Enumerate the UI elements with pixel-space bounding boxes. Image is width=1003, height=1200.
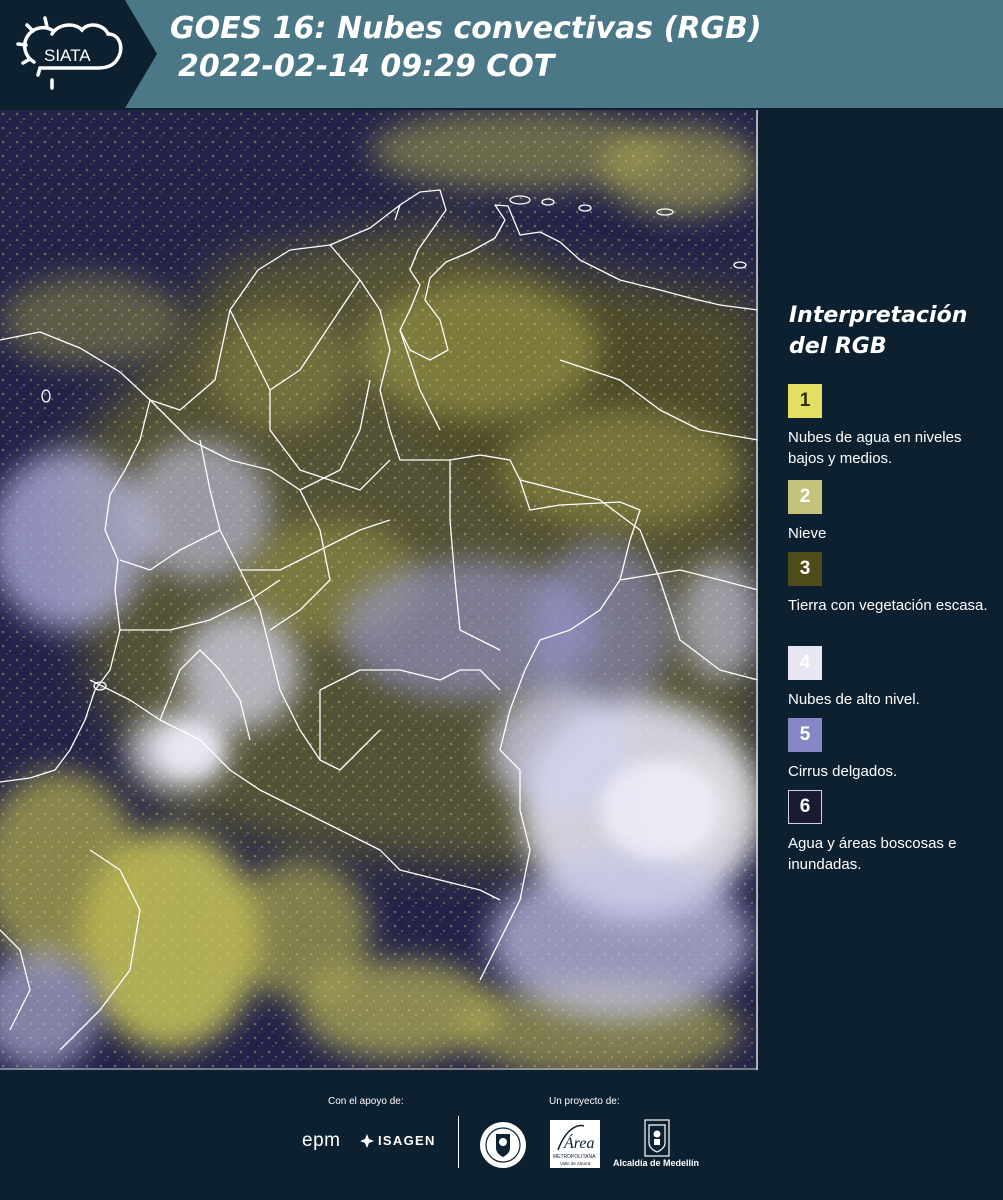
page-title: GOES 16: Nubes convectivas (RGB) 2022-02…: [170, 10, 762, 86]
legend-item: 6 Agua y áreas boscosas e inundadas.: [788, 790, 988, 875]
satellite-map[interactable]: [0, 110, 758, 1070]
legend-title-line-1: Interpretación: [789, 303, 968, 328]
title-line-2: 2022-02-14 09:29 COT: [178, 49, 555, 84]
isagen-logo[interactable]: ISAGEN: [360, 1133, 436, 1148]
legend-label: Agua y áreas boscosas e inundadas.: [788, 835, 957, 873]
svg-text:SIATA: SIATA: [44, 46, 91, 65]
alcaldia-label: Alcaldía de Medellín: [613, 1158, 700, 1168]
footer: Con el apoyo de: Un proyecto de: epm ISA…: [0, 1070, 1003, 1200]
legend-label: Cirrus delgados.: [788, 763, 898, 780]
legend-swatch: 5: [788, 718, 822, 752]
legend-title-line-2: del RGB: [789, 334, 887, 359]
siata-logo[interactable]: SIATA: [0, 0, 160, 108]
legend-label: Nubes de alto nivel.: [788, 691, 920, 708]
alcaldia-shield-icon[interactable]: [644, 1119, 670, 1157]
legend: Interpretación del RGB 1 Nubes de agua e…: [775, 300, 995, 873]
legend-swatch: 6: [788, 790, 822, 824]
legend-swatch: 1: [788, 384, 822, 418]
legend-swatch: 4: [788, 646, 822, 680]
svg-text:METROPOLITANA: METROPOLITANA: [553, 1154, 596, 1160]
legend-item: 3 Tierra con vegetación escasa.: [788, 552, 988, 616]
svg-text:Valle de Aburrá: Valle de Aburrá: [560, 1161, 591, 1166]
legend-item: 2 Nieve: [788, 480, 988, 544]
legend-title: Interpretación del RGB: [789, 300, 995, 362]
project-label: Un proyecto de:: [549, 1096, 620, 1107]
area-metropolitana-icon: Área METROPOLITANA Valle de Aburrá: [553, 1124, 596, 1166]
svg-text:Área: Área: [563, 1133, 595, 1152]
legend-label: Tierra con vegetación escasa.: [788, 597, 988, 614]
epm-logo[interactable]: epm: [302, 1130, 340, 1152]
legend-swatch: 2: [788, 480, 822, 514]
satellite-map-image: [0, 110, 758, 1070]
legend-label: Nieve: [788, 525, 827, 542]
legend-item: 4 Nubes de alto nivel.: [788, 646, 988, 710]
legend-item: 1 Nubes de agua en niveles bajos y medio…: [788, 384, 988, 469]
title-line-1: GOES 16: Nubes convectivas (RGB): [170, 11, 762, 46]
legend-swatch: 3: [788, 552, 822, 586]
support-label: Con el apoyo de:: [328, 1096, 404, 1107]
footer-divider: [458, 1116, 459, 1168]
medellin-seal-icon[interactable]: [478, 1120, 528, 1170]
header-bar: SIATA GOES 16: Nubes convectivas (RGB) 2…: [0, 0, 1003, 108]
legend-label: Nubes de agua en niveles bajos y medios.: [788, 429, 962, 467]
area-metropolitana-logo[interactable]: Área METROPOLITANA Valle de Aburrá: [550, 1120, 600, 1168]
isagen-label: ISAGEN: [378, 1133, 436, 1148]
legend-item: 5 Cirrus delgados.: [788, 718, 988, 782]
isagen-icon: [360, 1133, 374, 1148]
